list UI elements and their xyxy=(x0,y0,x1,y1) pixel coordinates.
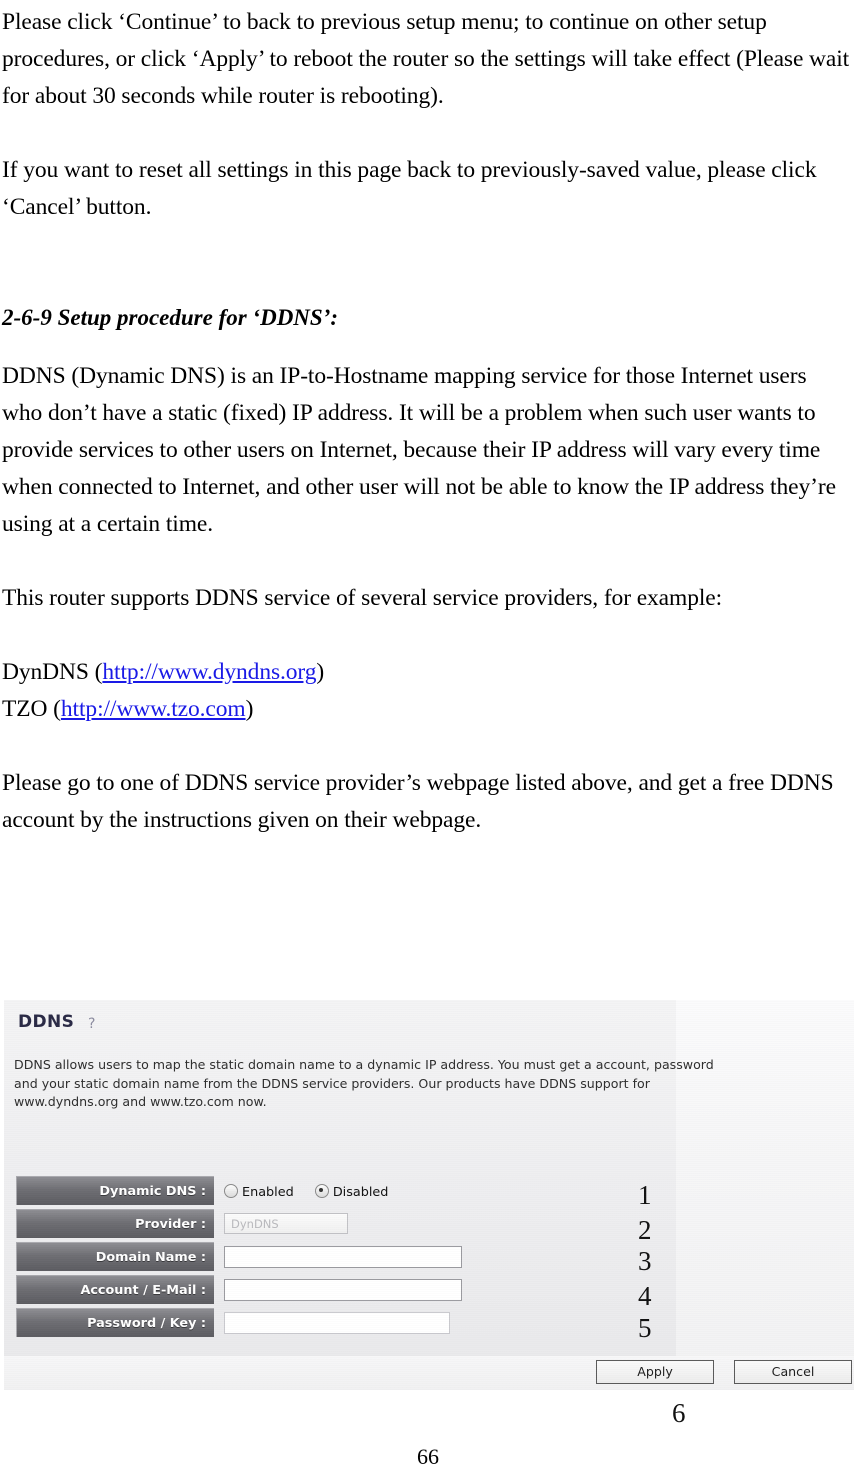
form-row-password-key: Password / Key : xyxy=(16,1308,664,1339)
provider-line-dyndns: DynDNS (http://www.dyndns.org) xyxy=(2,659,325,685)
panel-description: DDNS allows users to map the static doma… xyxy=(14,1057,714,1109)
link-dyndns[interactable]: http://www.dyndns.org xyxy=(102,659,316,685)
account-email-input[interactable] xyxy=(224,1279,462,1301)
provider-name-tzo: TZO xyxy=(2,696,48,722)
annotation-5: 5 xyxy=(638,1313,652,1343)
radio-circle-icon xyxy=(224,1184,238,1198)
question-mark-icon[interactable]: ? xyxy=(88,1016,95,1032)
link-tzo[interactable]: http://www.tzo.com xyxy=(61,696,246,722)
control-account-email xyxy=(224,1275,462,1304)
label-account-email: Account / E-Mail : xyxy=(16,1275,214,1304)
label-dynamic-dns: Dynamic DNS : xyxy=(16,1176,214,1205)
annotation-1: 1 xyxy=(638,1180,652,1210)
password-key-input[interactable] xyxy=(224,1312,450,1334)
control-password-key xyxy=(224,1308,450,1337)
provider-name-dyndns: DynDNS xyxy=(2,659,89,685)
ddns-form: Dynamic DNS : Enabled Disabled Provider … xyxy=(16,1176,664,1341)
radio-enabled-label: Enabled xyxy=(242,1185,294,1200)
radio-circle-selected-icon xyxy=(314,1184,329,1198)
page-title: DDNS xyxy=(18,1012,75,1032)
label-domain-name: Domain Name : xyxy=(16,1242,214,1271)
ddns-panel: DDNS ? DDNS allows users to map the stat… xyxy=(4,1000,714,1356)
paragraph-supported-providers: This router supports DDNS service of sev… xyxy=(2,585,723,611)
annotation-4: 4 xyxy=(638,1281,652,1311)
section-heading-ddns: 2-6-9 Setup procedure for ‘DDNS’: xyxy=(2,305,339,330)
form-row-domain-name: Domain Name : xyxy=(16,1242,664,1273)
radio-disabled[interactable]: Disabled xyxy=(314,1178,389,1207)
radio-disabled-label: Disabled xyxy=(332,1185,389,1200)
annotation-3: 3 xyxy=(638,1246,652,1276)
label-provider: Provider : xyxy=(16,1209,214,1238)
domain-name-input[interactable] xyxy=(224,1246,462,1268)
annotation-6: 6 xyxy=(672,1398,686,1428)
paragraph-ddns-explanation: DDNS (Dynamic DNS) is an IP-to-Hostname … xyxy=(2,363,836,537)
page-number: 66 xyxy=(417,1444,439,1469)
paragraph-continue-apply: Please click ‘Continue’ to back to previ… xyxy=(2,9,850,109)
control-dynamic-dns: Enabled Disabled xyxy=(224,1176,404,1205)
provider-line-tzo: TZO (http://www.tzo.com) xyxy=(2,696,254,722)
paragraph-cancel-reset: If you want to reset all settings in thi… xyxy=(2,157,817,220)
apply-button[interactable]: Apply xyxy=(596,1360,714,1384)
form-row-provider: Provider : DynDNS xyxy=(16,1209,664,1240)
control-domain-name xyxy=(224,1242,462,1271)
button-band: Apply Cancel xyxy=(4,1356,854,1390)
form-row-dynamic-dns: Dynamic DNS : Enabled Disabled xyxy=(16,1176,664,1207)
form-row-account-email: Account / E-Mail : xyxy=(16,1275,664,1306)
cancel-button[interactable]: Cancel xyxy=(734,1360,852,1384)
radio-enabled[interactable]: Enabled xyxy=(224,1178,294,1207)
paragraph-get-free-account: Please go to one of DDNS service provide… xyxy=(2,770,834,833)
provider-select[interactable]: DynDNS xyxy=(224,1213,348,1234)
document-text-body: Please click ‘Continue’ to back to previ… xyxy=(0,0,856,839)
ddns-settings-screenshot: DDNS ? DDNS allows users to map the stat… xyxy=(4,1000,854,1390)
control-provider: DynDNS xyxy=(224,1209,348,1238)
label-password-key: Password / Key : xyxy=(16,1308,214,1337)
annotation-2: 2 xyxy=(638,1215,652,1245)
